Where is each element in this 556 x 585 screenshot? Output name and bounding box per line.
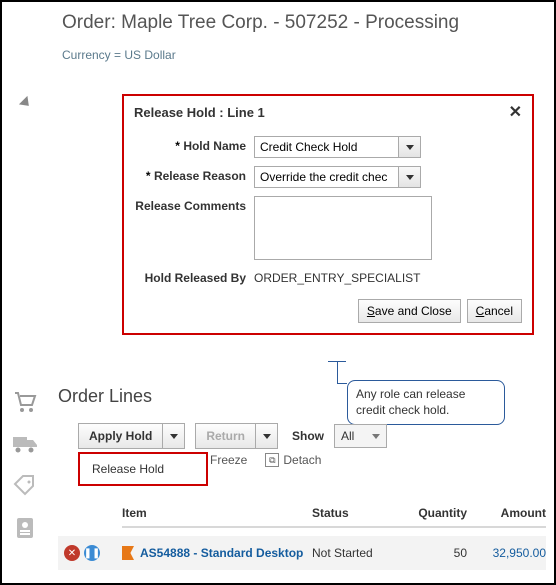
- apply-hold-dropdown[interactable]: [163, 423, 185, 449]
- hold-status-icon[interactable]: ❚❚: [84, 545, 100, 561]
- item-link[interactable]: AS54888 - Standard Desktop: [140, 546, 303, 560]
- chevron-down-icon: [170, 434, 178, 439]
- col-item: Item: [122, 506, 312, 520]
- hold-name-dropdown-button[interactable]: [399, 136, 421, 158]
- collapse-toggle-icon[interactable]: [19, 96, 33, 110]
- release-hold-dialog: Release Hold : Line 1 ✕ Hold Name Releas…: [122, 94, 534, 335]
- detach-icon: ⧉: [265, 453, 279, 467]
- release-reason-input[interactable]: [254, 166, 399, 188]
- page-title: Order: Maple Tree Corp. - 507252 - Proce…: [2, 2, 554, 42]
- chevron-down-icon: [263, 434, 271, 439]
- show-label: Show: [288, 429, 324, 443]
- apply-hold-button[interactable]: Apply Hold: [78, 423, 185, 449]
- release-reason-label: Release Reason: [134, 166, 254, 183]
- remove-line-icon[interactable]: ✕: [64, 545, 80, 561]
- released-by-value: ORDER_ENTRY_SPECIALIST: [254, 268, 421, 285]
- tag-icon[interactable]: [11, 472, 39, 500]
- hold-name-label: Hold Name: [134, 136, 254, 153]
- quantity-cell: 50: [397, 546, 467, 560]
- amount-link[interactable]: 32,950.00: [467, 546, 546, 560]
- release-hold-menu-item[interactable]: Release Hold: [80, 454, 206, 484]
- return-button: Return: [195, 423, 278, 449]
- detach-button[interactable]: ⧉ Detach: [265, 453, 321, 467]
- chevron-down-icon: [406, 145, 414, 150]
- table-row: ✕ ❚❚ AS54888 - Standard Desktop Not Star…: [58, 536, 546, 570]
- status-cell: Not Started: [312, 546, 397, 560]
- col-quantity: Quantity: [397, 506, 467, 520]
- order-lines-title: Order Lines: [58, 386, 152, 407]
- save-and-close-button[interactable]: Save and Close: [358, 299, 461, 323]
- badge-icon[interactable]: [11, 514, 39, 542]
- release-comments-textarea[interactable]: [254, 196, 432, 260]
- released-by-label: Hold Released By: [134, 268, 254, 285]
- show-select[interactable]: All: [334, 424, 387, 448]
- chevron-down-icon: [372, 434, 380, 439]
- col-amount: Amount: [467, 506, 546, 520]
- cancel-button[interactable]: Cancel: [467, 299, 522, 323]
- hold-name-input[interactable]: [254, 136, 399, 158]
- release-reason-dropdown-button[interactable]: [399, 166, 421, 188]
- table-header: Item Status Quantity Amount: [122, 506, 546, 528]
- close-icon[interactable]: ✕: [509, 102, 522, 122]
- flag-icon: [122, 546, 134, 560]
- dialog-title: Release Hold : Line 1: [134, 105, 265, 120]
- currency-label: Currency = US Dollar: [2, 42, 554, 68]
- chevron-down-icon: [406, 175, 414, 180]
- apply-hold-menu: Release Hold: [78, 452, 208, 486]
- col-status: Status: [312, 506, 397, 520]
- release-comments-label: Release Comments: [134, 196, 254, 213]
